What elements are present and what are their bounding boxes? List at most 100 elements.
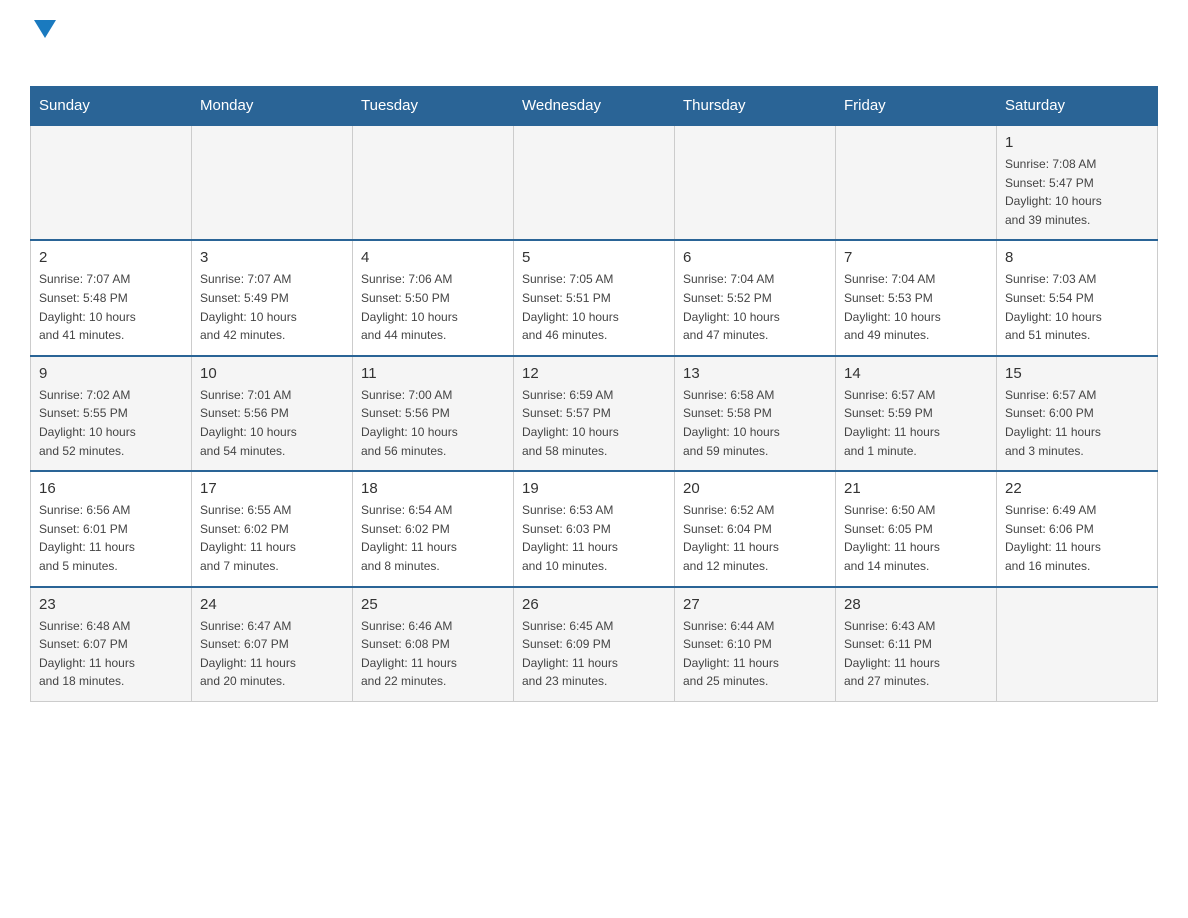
day-info: Sunrise: 7:07 AMSunset: 5:48 PMDaylight:… [39, 270, 183, 344]
day-info: Sunrise: 7:02 AMSunset: 5:55 PMDaylight:… [39, 386, 183, 460]
day-number: 24 [200, 596, 344, 613]
weekday-header-sunday: Sunday [31, 87, 192, 126]
day-number: 15 [1005, 365, 1149, 382]
calendar-cell: 2 Sunrise: 7:07 AMSunset: 5:48 PMDaylight… [31, 240, 192, 355]
calendar-cell [675, 125, 836, 240]
calendar-cell [836, 125, 997, 240]
day-number: 8 [1005, 249, 1149, 266]
calendar-cell: 22 Sunrise: 6:49 AMSunset: 6:06 PMDayligh… [997, 471, 1158, 586]
calendar-cell: 4 Sunrise: 7:06 AMSunset: 5:50 PMDaylight… [353, 240, 514, 355]
day-info: Sunrise: 7:05 AMSunset: 5:51 PMDaylight:… [522, 270, 666, 344]
day-number: 18 [361, 480, 505, 497]
weekday-header-monday: Monday [192, 87, 353, 126]
day-number: 28 [844, 596, 988, 613]
day-number: 5 [522, 249, 666, 266]
day-number: 12 [522, 365, 666, 382]
day-info: Sunrise: 6:56 AMSunset: 6:01 PMDaylight:… [39, 501, 183, 575]
day-number: 23 [39, 596, 183, 613]
day-number: 16 [39, 480, 183, 497]
calendar-cell: 13 Sunrise: 6:58 AMSunset: 5:58 PMDayligh… [675, 356, 836, 471]
day-number: 4 [361, 249, 505, 266]
calendar-cell [353, 125, 514, 240]
calendar-cell: 3 Sunrise: 7:07 AMSunset: 5:49 PMDaylight… [192, 240, 353, 355]
calendar-cell [514, 125, 675, 240]
calendar-cell: 7 Sunrise: 7:04 AMSunset: 5:53 PMDaylight… [836, 240, 997, 355]
calendar-cell: 15 Sunrise: 6:57 AMSunset: 6:00 PMDayligh… [997, 356, 1158, 471]
day-info: Sunrise: 6:52 AMSunset: 6:04 PMDaylight:… [683, 501, 827, 575]
day-info: Sunrise: 6:43 AMSunset: 6:11 PMDaylight:… [844, 617, 988, 691]
day-info: Sunrise: 7:06 AMSunset: 5:50 PMDaylight:… [361, 270, 505, 344]
calendar-cell: 5 Sunrise: 7:05 AMSunset: 5:51 PMDaylight… [514, 240, 675, 355]
day-info: Sunrise: 6:54 AMSunset: 6:02 PMDaylight:… [361, 501, 505, 575]
day-info: Sunrise: 6:48 AMSunset: 6:07 PMDaylight:… [39, 617, 183, 691]
day-info: Sunrise: 6:45 AMSunset: 6:09 PMDaylight:… [522, 617, 666, 691]
day-number: 21 [844, 480, 988, 497]
day-info: Sunrise: 6:57 AMSunset: 6:00 PMDaylight:… [1005, 386, 1149, 460]
weekday-header-wednesday: Wednesday [514, 87, 675, 126]
calendar-week-row: 16 Sunrise: 6:56 AMSunset: 6:01 PMDayligh… [31, 471, 1158, 586]
day-info: Sunrise: 7:00 AMSunset: 5:56 PMDaylight:… [361, 386, 505, 460]
calendar-cell: 21 Sunrise: 6:50 AMSunset: 6:05 PMDayligh… [836, 471, 997, 586]
day-number: 11 [361, 365, 505, 382]
day-number: 7 [844, 249, 988, 266]
calendar-cell: 27Sunrise: 6:44 AMSunset: 6:10 PMDayligh… [675, 587, 836, 702]
calendar-week-row: 9 Sunrise: 7:02 AMSunset: 5:55 PMDaylight… [31, 356, 1158, 471]
calendar-cell [31, 125, 192, 240]
day-info: Sunrise: 6:57 AMSunset: 5:59 PMDaylight:… [844, 386, 988, 460]
day-info: Sunrise: 6:50 AMSunset: 6:05 PMDaylight:… [844, 501, 988, 575]
day-info: Sunrise: 6:58 AMSunset: 5:58 PMDaylight:… [683, 386, 827, 460]
calendar-cell: 26Sunrise: 6:45 AMSunset: 6:09 PMDayligh… [514, 587, 675, 702]
day-number: 14 [844, 365, 988, 382]
calendar-cell: 17 Sunrise: 6:55 AMSunset: 6:02 PMDayligh… [192, 471, 353, 586]
calendar-cell [192, 125, 353, 240]
calendar-cell: 20 Sunrise: 6:52 AMSunset: 6:04 PMDayligh… [675, 471, 836, 586]
day-number: 9 [39, 365, 183, 382]
day-number: 1 [1005, 134, 1149, 151]
calendar-cell: 9 Sunrise: 7:02 AMSunset: 5:55 PMDaylight… [31, 356, 192, 471]
day-info: Sunrise: 7:03 AMSunset: 5:54 PMDaylight:… [1005, 270, 1149, 344]
day-info: Sunrise: 6:53 AMSunset: 6:03 PMDaylight:… [522, 501, 666, 575]
day-info: Sunrise: 6:49 AMSunset: 6:06 PMDaylight:… [1005, 501, 1149, 575]
day-number: 10 [200, 365, 344, 382]
calendar-cell: 6 Sunrise: 7:04 AMSunset: 5:52 PMDaylight… [675, 240, 836, 355]
calendar-cell: 25 Sunrise: 6:46 AMSunset: 6:08 PMDayligh… [353, 587, 514, 702]
calendar-cell: 10Sunrise: 7:01 AMSunset: 5:56 PMDayligh… [192, 356, 353, 471]
day-number: 3 [200, 249, 344, 266]
day-info: Sunrise: 6:59 AMSunset: 5:57 PMDaylight:… [522, 386, 666, 460]
day-number: 6 [683, 249, 827, 266]
day-info: Sunrise: 6:44 AMSunset: 6:10 PMDaylight:… [683, 617, 827, 691]
calendar-cell: 11 Sunrise: 7:00 AMSunset: 5:56 PMDayligh… [353, 356, 514, 471]
day-info: Sunrise: 7:04 AMSunset: 5:53 PMDaylight:… [844, 270, 988, 344]
day-number: 17 [200, 480, 344, 497]
calendar-cell: 28 Sunrise: 6:43 AMSunset: 6:11 PMDayligh… [836, 587, 997, 702]
calendar-cell: 8 Sunrise: 7:03 AMSunset: 5:54 PMDaylight… [997, 240, 1158, 355]
calendar-cell: 16 Sunrise: 6:56 AMSunset: 6:01 PMDayligh… [31, 471, 192, 586]
day-number: 20 [683, 480, 827, 497]
weekday-header-friday: Friday [836, 87, 997, 126]
logo [30, 20, 64, 70]
day-number: 2 [39, 249, 183, 266]
calendar-week-row: 2 Sunrise: 7:07 AMSunset: 5:48 PMDaylight… [31, 240, 1158, 355]
day-info: Sunrise: 7:04 AMSunset: 5:52 PMDaylight:… [683, 270, 827, 344]
day-number: 13 [683, 365, 827, 382]
weekday-header-row: SundayMondayTuesdayWednesdayThursdayFrid… [31, 87, 1158, 126]
day-info: Sunrise: 6:46 AMSunset: 6:08 PMDaylight:… [361, 617, 505, 691]
day-info: Sunrise: 6:55 AMSunset: 6:02 PMDaylight:… [200, 501, 344, 575]
calendar-table: SundayMondayTuesdayWednesdayThursdayFrid… [30, 86, 1158, 702]
weekday-header-thursday: Thursday [675, 87, 836, 126]
calendar-cell [997, 587, 1158, 702]
calendar-cell: 18 Sunrise: 6:54 AMSunset: 6:02 PMDayligh… [353, 471, 514, 586]
calendar-cell: 1 Sunrise: 7:08 AMSunset: 5:47 PMDaylight… [997, 125, 1158, 240]
day-info: Sunrise: 7:08 AMSunset: 5:47 PMDaylight:… [1005, 155, 1149, 229]
day-number: 19 [522, 480, 666, 497]
calendar-cell: 19 Sunrise: 6:53 AMSunset: 6:03 PMDayligh… [514, 471, 675, 586]
calendar-cell: 12 Sunrise: 6:59 AMSunset: 5:57 PMDayligh… [514, 356, 675, 471]
day-info: Sunrise: 7:07 AMSunset: 5:49 PMDaylight:… [200, 270, 344, 344]
day-number: 22 [1005, 480, 1149, 497]
weekday-header-saturday: Saturday [997, 87, 1158, 126]
day-number: 25 [361, 596, 505, 613]
weekday-header-tuesday: Tuesday [353, 87, 514, 126]
calendar-cell: 23 Sunrise: 6:48 AMSunset: 6:07 PMDayligh… [31, 587, 192, 702]
calendar-cell: 24Sunrise: 6:47 AMSunset: 6:07 PMDayligh… [192, 587, 353, 702]
calendar-week-row: 23 Sunrise: 6:48 AMSunset: 6:07 PMDayligh… [31, 587, 1158, 702]
